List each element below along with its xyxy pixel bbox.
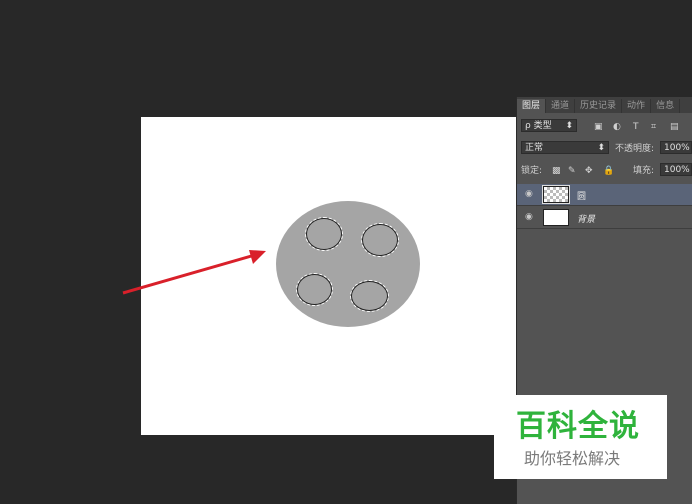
- lock-move-icon[interactable]: ✥: [585, 165, 593, 177]
- transform-filter-icon[interactable]: ⌗: [651, 121, 656, 133]
- layer-row-circle[interactable]: ◉ 圆: [517, 184, 692, 206]
- smart-object-filter-icon[interactable]: ▤: [670, 121, 679, 133]
- circle-filter-icon[interactable]: ◐: [613, 121, 621, 133]
- text-filter-icon[interactable]: T: [633, 121, 639, 133]
- tab-history[interactable]: 历史记录: [575, 99, 623, 113]
- panel-tabs: 图层 通道 历史记录 动作 信息: [517, 97, 692, 113]
- layer-name: 圆: [577, 192, 587, 202]
- chevron-updown-icon: ⬍: [565, 121, 573, 131]
- fill-label: 填充:: [633, 166, 655, 176]
- lock-brush-icon[interactable]: ✎: [568, 165, 576, 177]
- eye-icon[interactable]: ◉: [525, 212, 533, 222]
- layer-filter-dropdown[interactable]: ρ 类型 ⬍: [521, 119, 577, 132]
- opacity-input[interactable]: 100%: [660, 141, 692, 154]
- gray-ellipse-shape[interactable]: [276, 201, 420, 327]
- fill-input[interactable]: 100%: [660, 163, 692, 176]
- chevron-updown-icon: ⬍: [597, 143, 605, 153]
- selection-marquee-1: [305, 217, 343, 251]
- selection-marquee-3: [296, 273, 333, 306]
- opacity-label: 不透明度:: [615, 144, 655, 154]
- watermark-title: 百科全说: [516, 409, 640, 444]
- eye-icon[interactable]: ◉: [525, 189, 533, 199]
- layer-thumbnail: [543, 209, 569, 226]
- tab-actions[interactable]: 动作: [622, 99, 652, 113]
- filter-kind-label: 类型: [533, 121, 552, 131]
- layer-thumbnail: [542, 185, 570, 204]
- tab-layers[interactable]: 图层: [517, 99, 547, 113]
- selection-marquee-4: [350, 280, 389, 312]
- blend-mode-value: 正常: [525, 143, 544, 153]
- selection-marquee-2: [361, 223, 399, 257]
- lock-pixels-icon[interactable]: ▩: [552, 165, 561, 177]
- blend-mode-select[interactable]: 正常 ⬍: [521, 141, 609, 154]
- search-icon: ρ: [525, 121, 531, 131]
- document-canvas[interactable]: [141, 117, 516, 435]
- watermark-logo: 百科全说 助你轻松解决: [494, 395, 667, 479]
- watermark-subtitle: 助你轻松解决: [524, 449, 621, 468]
- tab-channels[interactable]: 通道: [546, 99, 576, 113]
- layer-row-background[interactable]: ◉ 背景: [517, 207, 692, 229]
- tab-info[interactable]: 信息: [651, 99, 681, 113]
- lock-all-icon[interactable]: 🔒: [603, 165, 614, 177]
- layer-name: 背景: [577, 215, 596, 225]
- lock-label: 锁定:: [521, 166, 543, 176]
- image-filter-icon[interactable]: ▣: [594, 121, 603, 133]
- workspace: 图层 通道 历史记录 动作 信息 ρ 类型 ⬍ ▣ ◐ T ⌗ ▤ 正常 ⬍ 不…: [0, 0, 692, 504]
